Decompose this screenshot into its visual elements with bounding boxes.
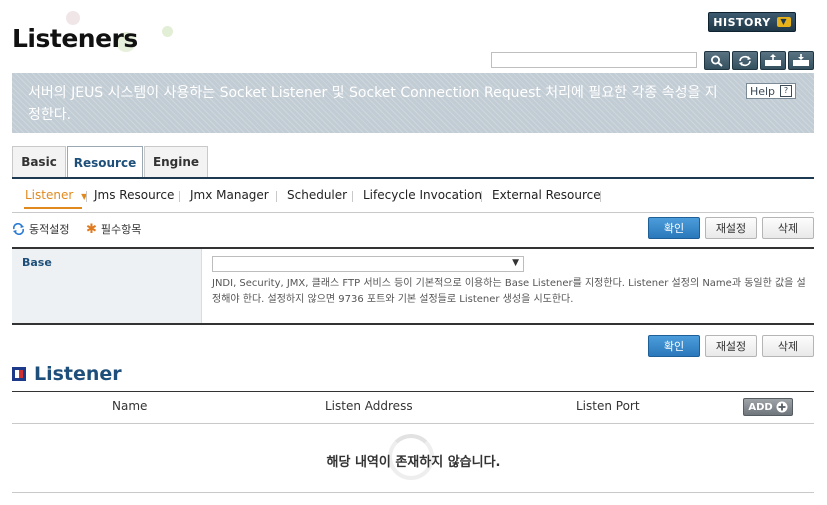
refresh-icon	[739, 55, 751, 66]
search-icon	[711, 55, 723, 67]
tab-label: Basic	[21, 155, 57, 169]
add-button[interactable]: ADD	[743, 398, 793, 416]
xml-export-button[interactable]	[760, 51, 786, 70]
subnav-jmx-manager[interactable]: Jmx Manager	[190, 188, 269, 202]
refresh-button[interactable]	[732, 51, 758, 70]
tabs-divider	[12, 177, 814, 179]
subnav-separator	[86, 191, 87, 202]
table-top-border	[12, 391, 814, 392]
dynamic-setting-icon	[13, 223, 24, 235]
subnav-separator	[352, 191, 353, 202]
search-input[interactable]	[491, 52, 697, 68]
plus-icon	[776, 401, 788, 413]
subnav-separator	[600, 191, 601, 202]
tab-resource[interactable]: Resource	[67, 146, 143, 178]
section-icon	[12, 367, 26, 381]
help-button[interactable]: Help ?	[746, 83, 796, 99]
banner-description: 서버의 JEUS 시스템이 사용하는 Socket Listener 및 Soc…	[28, 85, 718, 123]
legend-dynamic-label: 동적설정	[29, 223, 70, 236]
base-label: Base	[22, 256, 52, 269]
tab-label: Resource	[73, 155, 137, 170]
confirm-button[interactable]: 확인	[648, 335, 700, 357]
subnav-jms-resource[interactable]: Jms Resource	[94, 188, 174, 202]
legend-required: ✱ 필수항목	[86, 221, 141, 237]
confirm-button[interactable]: 확인	[648, 217, 700, 239]
reset-button[interactable]: 재설정	[705, 217, 757, 239]
tab-label: Engine	[152, 155, 200, 169]
base-select[interactable]: ▼	[212, 256, 524, 272]
search-button[interactable]	[704, 51, 730, 70]
form-bottom-border	[12, 323, 814, 325]
subnav-external-resource[interactable]: External Resource	[492, 188, 601, 202]
subnav-label: Listener	[25, 188, 74, 202]
subnav-separator	[481, 191, 482, 202]
subnav-scheduler[interactable]: Scheduler	[287, 188, 347, 202]
add-label: ADD	[748, 401, 773, 413]
tab-basic[interactable]: Basic	[12, 146, 66, 177]
subnav-separator	[276, 191, 277, 202]
history-label: HISTORY	[713, 15, 771, 29]
delete-button[interactable]: 삭제	[762, 335, 814, 357]
help-label: Help	[749, 84, 776, 98]
column-header-name: Name	[112, 399, 148, 413]
decorative-bubble	[162, 26, 173, 37]
table-header-divider	[12, 423, 814, 424]
delete-button[interactable]: 삭제	[762, 217, 814, 239]
subnav-divider	[12, 212, 814, 213]
subnav-active-indicator	[24, 207, 82, 209]
tab-engine[interactable]: Engine	[144, 146, 208, 177]
history-button[interactable]: HISTORY ▼	[708, 12, 796, 32]
decorative-bubble	[66, 11, 80, 25]
column-header-listen-address: Listen Address	[325, 399, 413, 413]
legend-required-label: 필수항목	[100, 223, 142, 236]
question-icon: ?	[780, 85, 793, 97]
subnav-listener[interactable]: Listener ▼	[25, 188, 87, 202]
empty-table-message: 해당 내역이 존재하지 않습니다.	[326, 455, 501, 470]
xml-import-button[interactable]	[788, 51, 814, 70]
xml-export-icon	[765, 54, 781, 66]
subnav-separator	[179, 191, 180, 202]
chevron-down-icon: ▼	[776, 17, 791, 27]
page-title: Listeners	[12, 24, 138, 53]
subnav-lifecycle-invocation[interactable]: Lifecycle Invocation	[363, 188, 482, 202]
required-asterisk-icon: ✱	[86, 221, 97, 237]
table-bottom-border	[12, 492, 814, 493]
column-header-listen-port: Listen Port	[576, 399, 640, 413]
xml-import-icon	[793, 54, 809, 66]
reset-button[interactable]: 재설정	[705, 335, 757, 357]
legend-dynamic: 동적설정	[12, 221, 69, 237]
base-description: JNDI, Security, JMX, 클래스 FTP 서비스 등이 기본적으…	[212, 278, 806, 305]
section-title: Listener	[34, 363, 122, 385]
dropdown-arrow-icon: ▼	[512, 258, 519, 268]
